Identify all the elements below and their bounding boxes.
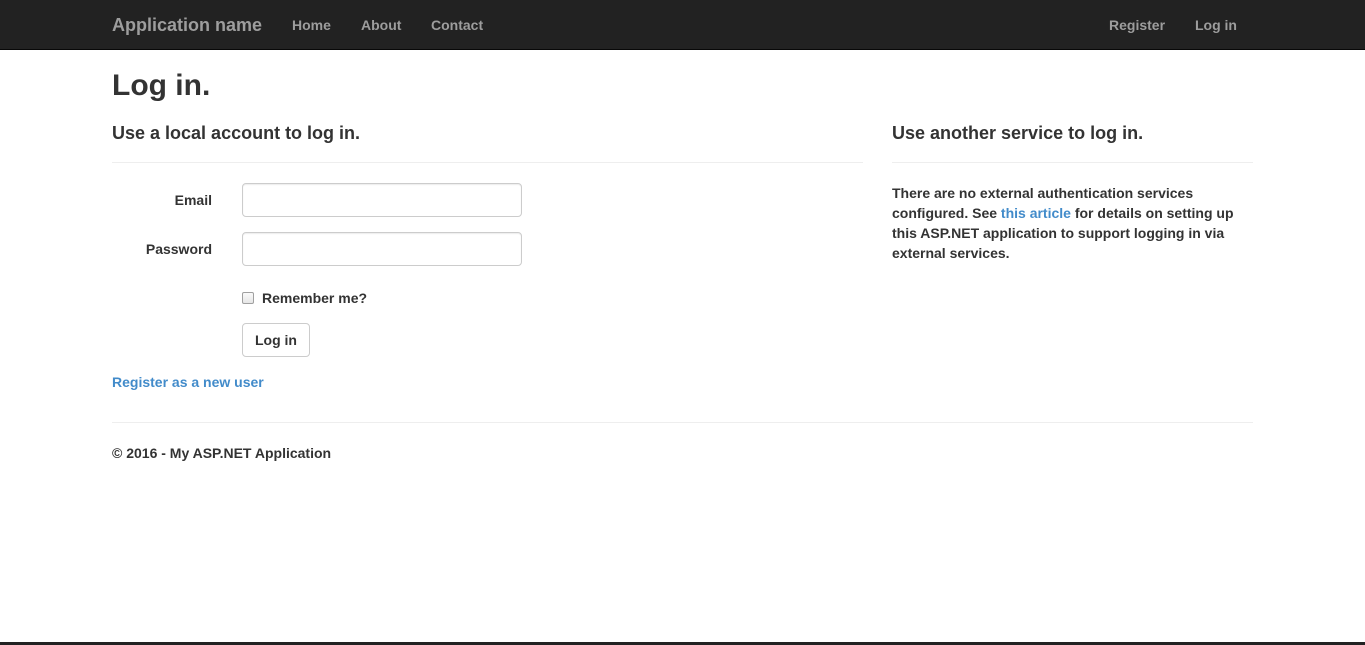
login-button[interactable]: Log in: [242, 323, 310, 357]
local-account-heading: Use a local account to log in.: [112, 123, 361, 143]
register-new-user-link[interactable]: Register as a new user: [112, 373, 264, 391]
top-navbar: Application name Home About Contact Regi…: [0, 0, 1365, 50]
nav-link-register[interactable]: Register: [1109, 16, 1165, 34]
page-title: Log in.: [112, 69, 211, 102]
remember-me-label[interactable]: Remember me?: [262, 289, 367, 307]
brand-link[interactable]: Application name: [112, 14, 262, 36]
remember-me-checkbox[interactable]: [242, 292, 254, 304]
footer-copyright: © 2016 - My ASP.NET Application: [112, 445, 332, 461]
footer-divider: [112, 422, 1253, 423]
nav-link-contact[interactable]: Contact: [431, 16, 483, 34]
external-service-heading: Use another service to log in.: [892, 123, 1144, 143]
password-label: Password: [145, 241, 212, 257]
external-section-divider: [892, 162, 1253, 163]
nav-link-home[interactable]: Home: [292, 16, 331, 34]
password-field[interactable]: [242, 232, 522, 266]
local-section-divider: [112, 162, 863, 163]
email-field[interactable]: [242, 183, 522, 217]
nav-link-about[interactable]: About: [361, 16, 401, 34]
nav-link-login[interactable]: Log in: [1195, 16, 1237, 34]
external-services-message: There are no external authentication ser…: [892, 183, 1262, 263]
email-label: Email: [174, 192, 212, 208]
this-article-link[interactable]: this article: [1001, 205, 1071, 221]
